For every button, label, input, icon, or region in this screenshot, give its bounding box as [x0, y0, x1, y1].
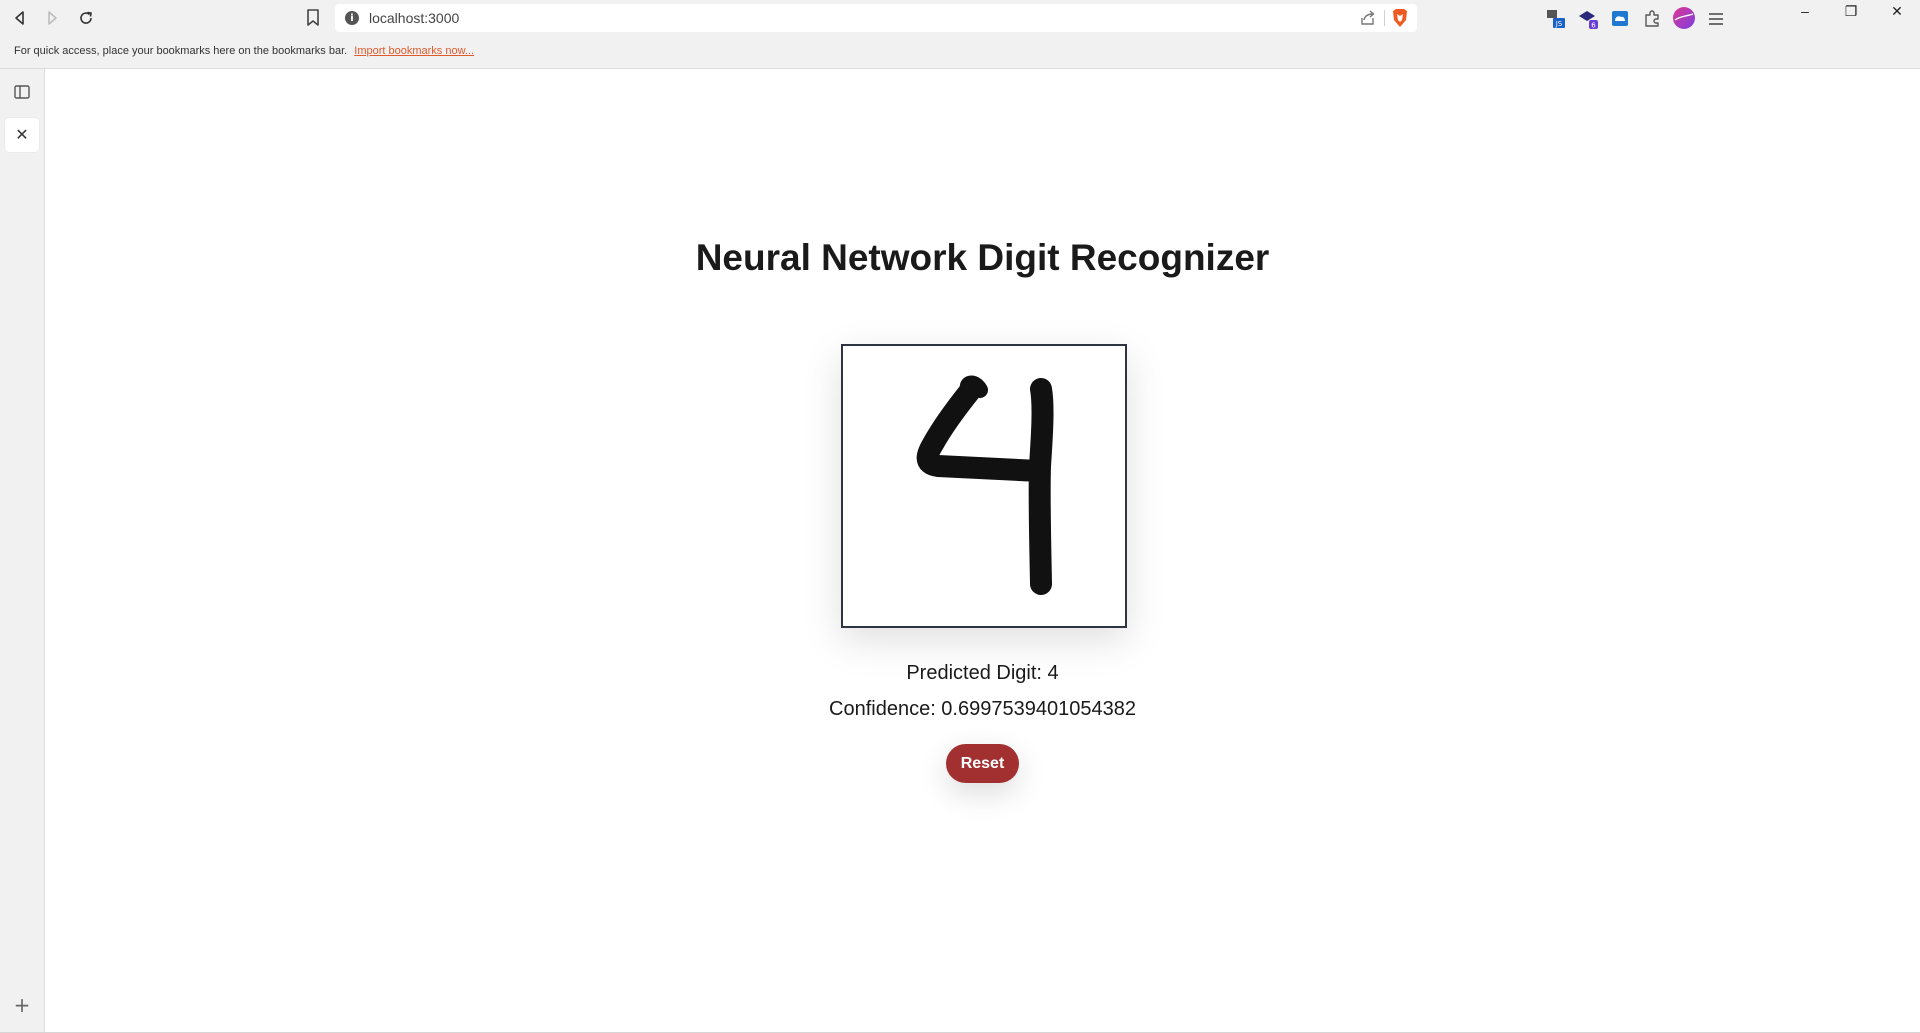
extension-icon[interactable]: 6 — [1577, 8, 1599, 30]
url-text[interactable]: localhost:3000 — [369, 10, 459, 26]
predicted-digit-text: Predicted Digit: 4 — [906, 662, 1059, 684]
minimize-icon[interactable]: – — [1782, 0, 1828, 22]
confidence-text: Confidence: 0.6997539401054382 — [829, 698, 1136, 720]
svg-text:JS: JS — [1555, 20, 1563, 28]
close-window-icon[interactable]: ✕ — [1874, 0, 1920, 22]
sidebar-toggle-button[interactable] — [12, 82, 32, 102]
browser-sidebar: ✕ + — [0, 69, 45, 1033]
handwritten-digit-drawing — [916, 375, 1054, 595]
svg-text:6: 6 — [1591, 22, 1596, 30]
extension-icon[interactable]: JS — [1545, 8, 1567, 30]
page-title: Neural Network Digit Recognizer — [695, 237, 1270, 278]
share-icon[interactable] — [1359, 9, 1377, 27]
reset-button[interactable]: Reset — [946, 744, 1019, 783]
puzzle-icon[interactable] — [1641, 8, 1663, 30]
restore-icon[interactable]: ❐ — [1828, 0, 1874, 22]
extension-icon[interactable] — [1609, 8, 1631, 30]
page-content: Neural Network Digit Recognizer Predicte… — [45, 69, 1920, 1033]
bookmark-icon — [307, 9, 319, 26]
drawing-canvas[interactable] — [841, 344, 1127, 628]
bookmark-button[interactable] — [303, 7, 323, 29]
add-icon[interactable]: + — [12, 993, 32, 1017]
bookmarks-bar: For quick access, place your bookmarks h… — [0, 36, 1920, 69]
back-icon — [15, 11, 24, 25]
url-divider — [1384, 10, 1385, 26]
bookmarks-hint: For quick access, place your bookmarks h… — [14, 45, 348, 57]
reload-icon — [80, 11, 92, 24]
sidebar-panel-icon — [14, 85, 30, 99]
close-icon[interactable]: ✕ — [5, 118, 39, 152]
back-button[interactable] — [8, 6, 32, 30]
forward-icon — [48, 11, 57, 25]
browser-toolbar: i localhost:3000 JS 6 – ❐ ✕ — [0, 0, 1920, 36]
site-info-icon[interactable]: i — [345, 11, 359, 25]
brave-shield-icon[interactable] — [1391, 8, 1409, 28]
address-bar[interactable]: i localhost:3000 — [335, 4, 1417, 32]
profile-icon[interactable] — [1672, 6, 1695, 29]
import-bookmarks-link[interactable]: Import bookmarks now... — [354, 45, 474, 57]
forward-button[interactable] — [40, 6, 64, 30]
bookmarks-message: For quick access, place your bookmarks h… — [14, 45, 474, 57]
menu-icon[interactable] — [1705, 8, 1727, 30]
reload-button[interactable] — [74, 6, 98, 30]
